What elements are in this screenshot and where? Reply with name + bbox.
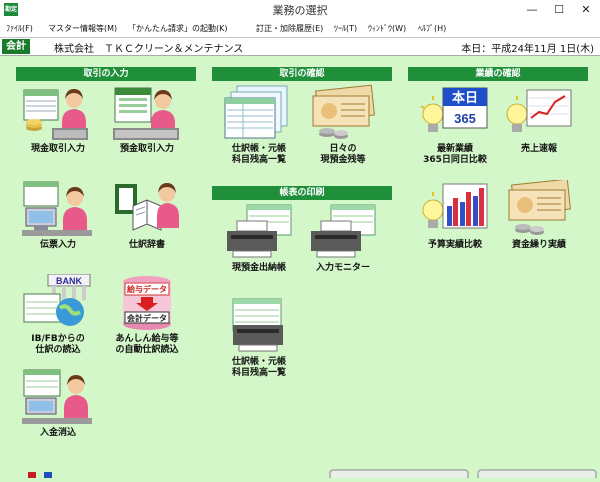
menu-bar: ﾌｧｲﾙ(F) マスター情報等(M) 「かんたん請求」の起動(K) 訂正・加除履… [0, 20, 600, 38]
dictionary-icon [111, 180, 183, 238]
minimize-button[interactable]: — [520, 0, 544, 20]
section-torihiki-input: 取引の入力 [16, 67, 196, 81]
tile-shiwake-list[interactable]: 仕訳帳・元帳 科目残高一覧 [216, 84, 302, 166]
tile-label: 仕訳帳・元帳 科目残高一覧 [231, 144, 286, 165]
module-tag: 会計 [2, 39, 30, 54]
printer-icon [223, 203, 295, 261]
tile-ibfb[interactable]: BANK IB/FBからの 仕訳の読込 [15, 273, 101, 356]
tile-label: 現預金出納帳 [231, 263, 286, 273]
tile-label: 資金繰り実績 [511, 240, 566, 250]
cash-flow-icon [503, 178, 575, 238]
tile-nyukin-keshikomi[interactable]: 入金消込 [15, 368, 101, 439]
tile-genkin-torihiki[interactable]: 現金取引入力 [15, 84, 101, 155]
tile-label: 現金取引入力 [30, 144, 85, 154]
tile-input-monitor[interactable]: 入力モニター [300, 203, 386, 274]
tile-nichinichi-genyokin[interactable]: 日々の 現預金残等 [300, 84, 386, 166]
tile-label: 売上速報 [520, 144, 557, 154]
info-bar: 会計 株式会社 ＴＫＣクリーン＆メンテナンス 本日：平成24年11月 1日(木) [0, 38, 600, 56]
bottom-toolbar [0, 463, 600, 481]
tile-label: あんしん給与等 の自動仕訳読込 [115, 334, 179, 355]
ledger-sheets-icon [223, 84, 295, 142]
tile-label: 入力モニター [315, 263, 370, 273]
tile-label: 予算実績比較 [427, 240, 482, 250]
menu-teisei[interactable]: 訂正・加除履歴(E) [256, 23, 323, 34]
payroll-data-label: 給与データ [127, 284, 167, 294]
tile-yokin-torihiki[interactable]: 預金取引入力 [104, 84, 190, 155]
tile-label: IB/FBからの 仕訳の読込 [31, 334, 85, 355]
bank-sign: BANK [56, 276, 82, 286]
tile-label: 最新業績 365日同日比較 [423, 144, 487, 165]
section-chohyo-print: 帳表の印刷 [212, 186, 392, 200]
daily-cash-icon [307, 84, 379, 142]
tile-uriage-sokuho[interactable]: 売上速報 [496, 84, 582, 155]
bank-globe-icon: BANK [22, 273, 94, 332]
tile-saishin-gyoseki[interactable]: 本日 365 最新業績 365日同日比較 [412, 84, 498, 166]
title-bar: 勘定 業務の選択 — ☐ ✕ [0, 0, 600, 20]
company-name: 株式会社 ＴＫＣクリーン＆メンテナンス [54, 44, 244, 55]
window-title: 業務の選択 [272, 4, 328, 17]
today-date: 本日：平成24年11月 1日(木) [461, 44, 594, 55]
menu-kantan-seikyu[interactable]: 「かんたん請求」の起動(K) [128, 23, 228, 34]
maximize-button[interactable]: ☐ [547, 0, 571, 20]
today-calendar-label: 本日 [452, 90, 478, 106]
tile-label: 預金取引入力 [119, 144, 174, 154]
cashier-woman-icon [22, 84, 94, 142]
tile-label: 仕訳帳・元帳 科目残高一覧 [231, 357, 286, 378]
tile-label: 日々の 現預金残等 [320, 144, 366, 165]
tile-suitouchou-print[interactable]: 現預金出納帳 [216, 203, 302, 274]
close-button[interactable]: ✕ [572, 0, 600, 20]
menu-help[interactable]: ﾍﾙﾌﾟ(H) [418, 23, 446, 34]
reconcile-woman-icon [22, 368, 94, 426]
bank-clerk-woman-icon [111, 84, 183, 142]
payroll-database-icon: 給与データ 会計データ [111, 274, 183, 332]
lightbulb-linechart-icon [503, 84, 575, 142]
tile-label: 伝票入力 [39, 240, 76, 250]
tile-yosan-jisseki[interactable]: 予算実績比較 [412, 180, 498, 251]
tile-kyuyo-yomikomi[interactable]: 給与データ 会計データ あんしん給与等 の自動仕訳読込 [104, 274, 190, 356]
days365-label: 365 [454, 111, 476, 126]
computer-woman-icon [22, 180, 94, 238]
menu-file[interactable]: ﾌｧｲﾙ(F) [6, 23, 33, 34]
menu-master[interactable]: マスター情報等(M) [48, 23, 117, 34]
tile-shiwake-print[interactable]: 仕訳帳・元帳 科目残高一覧 [216, 297, 302, 379]
tile-label: 仕訳辞書 [128, 240, 165, 250]
printer-icon [223, 297, 295, 355]
tile-label: 入金消込 [39, 428, 76, 438]
tile-shiwake-jisho[interactable]: 仕訳辞書 [104, 180, 190, 251]
tile-denpyo[interactable]: 伝票入力 [15, 180, 101, 251]
accounting-data-label: 会計データ [127, 313, 167, 323]
section-torihiki-confirm: 取引の確認 [212, 67, 392, 81]
tile-shikin-guri[interactable]: 資金繰り実績 [496, 178, 582, 251]
section-gyoseki-confirm: 業績の確認 [408, 67, 588, 81]
printer-icon [307, 203, 379, 261]
lightbulb-barchart-icon [419, 180, 491, 238]
menu-window[interactable]: ｳｨﾝﾄﾞｳ(W) [368, 23, 406, 34]
lightbulb-calendar-icon: 本日 365 [419, 84, 491, 142]
menu-tool[interactable]: ﾂｰﾙ(T) [334, 23, 357, 34]
